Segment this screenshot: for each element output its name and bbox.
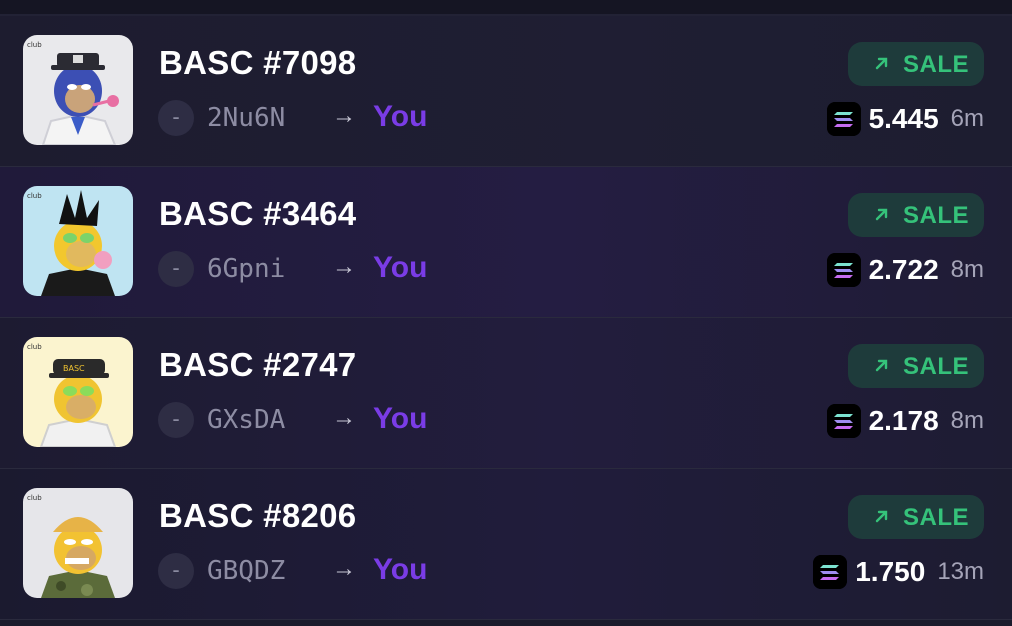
from-avatar: - bbox=[158, 553, 194, 589]
from-address[interactable]: 2Nu6N bbox=[207, 103, 285, 133]
price-group: 2.722 8m bbox=[826, 253, 984, 287]
right-arrow-icon: → bbox=[332, 555, 356, 582]
sale-price: 2.722 bbox=[868, 254, 939, 285]
right-arrow-icon: → bbox=[332, 253, 356, 280]
sale-age: 6m bbox=[950, 105, 984, 132]
from-address[interactable]: GXsDA bbox=[207, 405, 285, 435]
svg-text:club: club bbox=[27, 192, 42, 200]
price-group: 1.750 13m bbox=[813, 555, 984, 589]
solana-icon bbox=[826, 253, 861, 287]
sale-label: SALE bbox=[903, 202, 970, 229]
sale-badge: SALE bbox=[848, 344, 984, 388]
nft-title[interactable]: BASC #3464 bbox=[159, 195, 356, 233]
arrow-up-right-icon bbox=[875, 510, 888, 523]
solana-icon bbox=[813, 555, 848, 589]
sale-label: SALE bbox=[903, 51, 970, 78]
to-address[interactable]: You bbox=[373, 251, 427, 285]
solana-icon bbox=[826, 404, 861, 438]
nft-title[interactable]: BASC #8206 bbox=[159, 497, 356, 535]
sale-label: SALE bbox=[903, 504, 970, 531]
activity-row[interactable]: club BASC #3464 - 6Gpni → You SALE 2.722… bbox=[0, 167, 1012, 318]
nft-thumbnail[interactable]: club bbox=[23, 35, 133, 145]
activity-list: club BASC #7098 - 2Nu6N → You SALE 5.445… bbox=[0, 16, 1012, 620]
arrow-up-right-icon bbox=[875, 208, 888, 221]
sale-badge: SALE bbox=[848, 193, 984, 237]
sale-age: 8m bbox=[950, 256, 984, 283]
to-address[interactable]: You bbox=[373, 402, 427, 436]
arrow-up-right-icon bbox=[875, 57, 888, 70]
from-avatar: - bbox=[158, 251, 194, 287]
right-arrow-icon: → bbox=[332, 102, 356, 129]
sale-badge: SALE bbox=[848, 42, 984, 86]
svg-text:club: club bbox=[27, 343, 42, 351]
nft-thumbnail[interactable]: BASC club bbox=[23, 337, 133, 447]
sale-badge: SALE bbox=[848, 495, 984, 539]
from-address[interactable]: 6Gpni bbox=[207, 254, 285, 284]
solana-icon bbox=[826, 102, 861, 136]
activity-row[interactable]: club BASC #7098 - 2Nu6N → You SALE 5.445… bbox=[0, 16, 1012, 167]
activity-row[interactable]: club BASC #8206 - GBQDZ → You SALE 1.750… bbox=[0, 469, 1012, 620]
sale-price: 2.178 bbox=[868, 405, 939, 436]
sale-price: 1.750 bbox=[855, 556, 926, 587]
svg-text:club: club bbox=[27, 494, 42, 502]
price-group: 2.178 8m bbox=[826, 404, 984, 438]
nft-thumbnail[interactable]: club bbox=[23, 186, 133, 296]
arrow-up-right-icon bbox=[875, 359, 888, 372]
svg-text:club: club bbox=[27, 41, 42, 49]
nft-thumbnail[interactable]: club bbox=[23, 488, 133, 598]
sale-age: 8m bbox=[950, 407, 984, 434]
nft-title[interactable]: BASC #7098 bbox=[159, 44, 356, 82]
sale-age: 13m bbox=[937, 558, 984, 585]
sale-label: SALE bbox=[903, 353, 970, 380]
from-address[interactable]: GBQDZ bbox=[207, 556, 285, 586]
right-arrow-icon: → bbox=[332, 404, 356, 431]
price-group: 5.445 6m bbox=[826, 102, 984, 136]
from-avatar: - bbox=[158, 402, 194, 438]
sale-price: 5.445 bbox=[868, 103, 939, 134]
to-address[interactable]: You bbox=[373, 100, 427, 134]
activity-row[interactable]: BASC club BASC #2747 - GXsDA → You SALE … bbox=[0, 318, 1012, 469]
svg-text:BASC: BASC bbox=[63, 364, 85, 373]
to-address[interactable]: You bbox=[373, 553, 427, 587]
from-avatar: - bbox=[158, 100, 194, 136]
nft-title[interactable]: BASC #2747 bbox=[159, 346, 356, 384]
top-bar bbox=[0, 0, 1012, 16]
